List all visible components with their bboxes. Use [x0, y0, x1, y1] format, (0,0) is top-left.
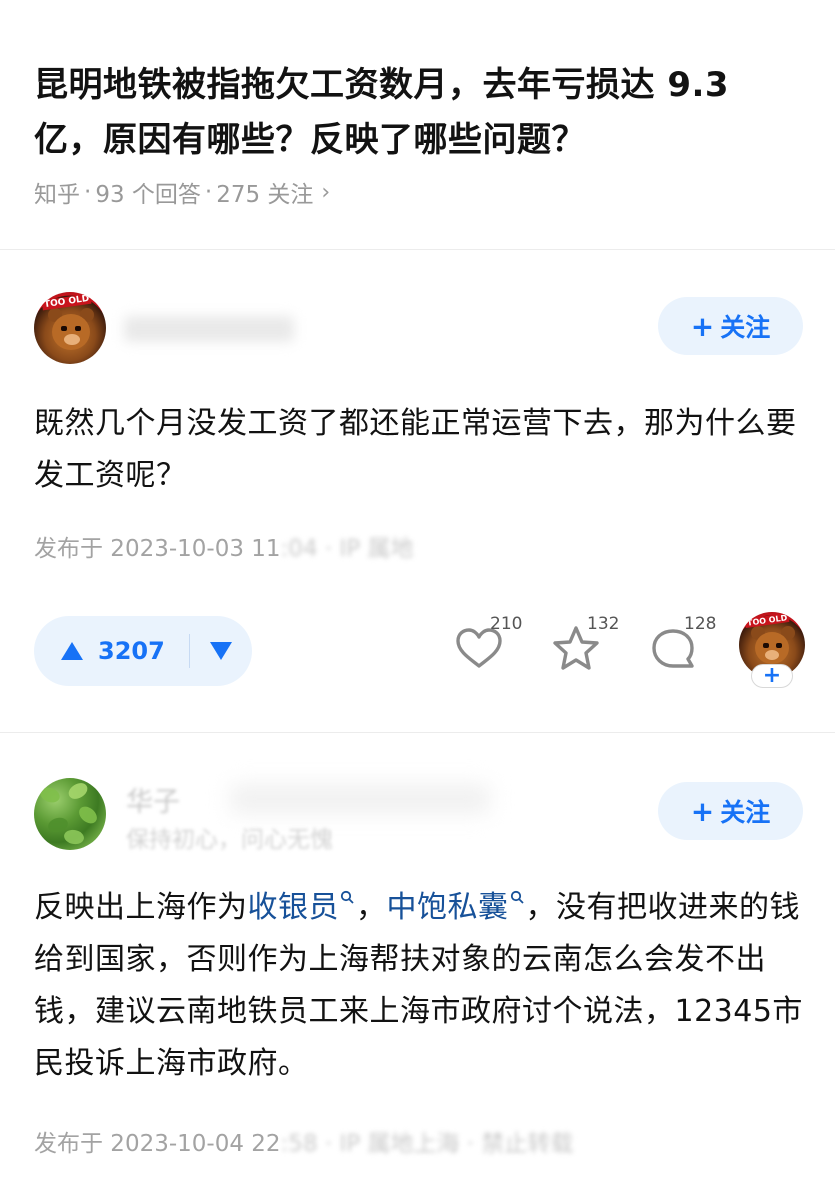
upvote-count: 3207: [98, 637, 165, 665]
like-button[interactable]: 210: [452, 614, 522, 682]
downvote-icon: [209, 642, 232, 660]
avatar[interactable]: TOO OLD: [34, 292, 106, 364]
plus-icon: +: [690, 794, 715, 828]
avatar[interactable]: [34, 778, 106, 850]
plus-icon: +: [690, 309, 715, 343]
post-meta: 发布于 2023-10-03 11:04 · IP 属地: [34, 536, 414, 562]
followers-count: 275 关注: [216, 182, 314, 208]
separator-dot: ·: [84, 179, 92, 205]
answer-content[interactable]: 既然几个月没发工资了都还能正常运营下去，那为什么要发工资呢？: [34, 398, 804, 502]
question-meta[interactable]: 知乎 · 93 个回答 · 275 关注 ›: [34, 175, 330, 209]
post-meta: 发布于 2023-10-04 22:58 · IP 属地上海 · 禁止转载: [34, 1131, 574, 1157]
upvote-icon: [61, 642, 83, 660]
follow-button[interactable]: + 关注: [658, 782, 803, 840]
keyword-link[interactable]: 收银员: [248, 890, 340, 925]
comment-count: 128: [684, 614, 717, 634]
separator-dot: ·: [204, 179, 213, 205]
author-bio: 保持初心，问心无愧: [126, 827, 333, 853]
answer-card: TOO OLD + 关注 既然几个月没发工资了都还能正常运营下去，那为什么要发工…: [0, 250, 835, 733]
follow-button[interactable]: + 关注: [658, 297, 803, 355]
source-label: 知乎: [34, 182, 80, 208]
downvote-button[interactable]: [190, 616, 252, 686]
search-icon: [510, 890, 524, 904]
author-name-masked[interactable]: [124, 316, 294, 342]
search-icon: [340, 890, 354, 904]
keyword-link[interactable]: 中饱私囊: [387, 890, 509, 925]
answer-card: 华子 保持初心，问心无愧 + 关注 反映出上海作为收银员 ，中饱私囊 ，没有把收进来…: [0, 734, 835, 1200]
question-header: 昆明地铁被指拖欠工资数月，去年亏损达 9.3 亿，原因有哪些？反映了哪些问题？ …: [0, 0, 835, 250]
like-count: 210: [490, 614, 523, 634]
vote-bar: 3207: [34, 616, 252, 686]
answers-count: 93 个回答: [95, 182, 201, 208]
favorite-button[interactable]: 132: [549, 614, 619, 682]
upvote-button[interactable]: 3207: [34, 616, 165, 686]
comment-button[interactable]: 128: [646, 614, 716, 682]
author-name[interactable]: 华子: [126, 780, 180, 819]
chevron-right-icon: ›: [321, 179, 331, 205]
question-title[interactable]: 昆明地铁被指拖欠工资数月，去年亏损达 9.3 亿，原因有哪些？反映了哪些问题？: [34, 58, 804, 168]
answer-content[interactable]: 反映出上海作为收银员 ，中饱私囊 ，没有把收进来的钱给到国家，否则作为上海帮扶对象的…: [34, 882, 804, 1090]
follow-author-plus-button[interactable]: +: [751, 664, 793, 688]
favorite-count: 132: [587, 614, 620, 634]
